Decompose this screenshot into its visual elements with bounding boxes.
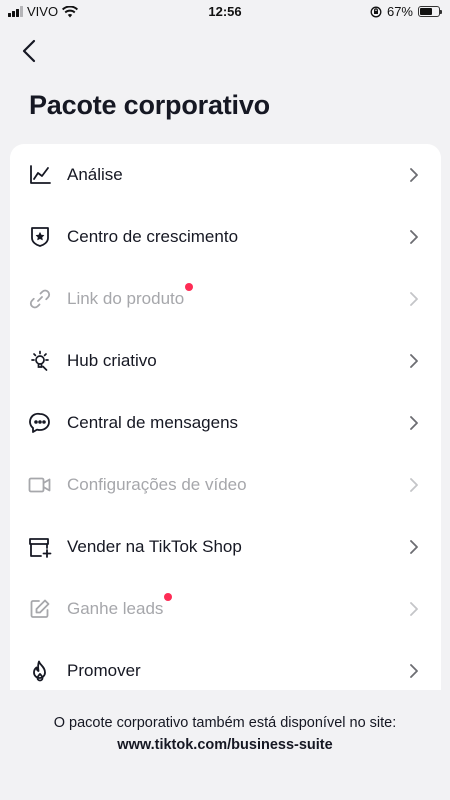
page-title: Pacote corporativo: [29, 90, 270, 120]
shop-add-icon: [28, 535, 52, 559]
menu-item-label: Promover: [67, 661, 141, 680]
business-suite-link[interactable]: www.tiktok.com/business-suite: [0, 734, 450, 756]
chevron-right-icon: [407, 354, 421, 368]
back-button[interactable]: [14, 36, 44, 66]
chevron-right-icon: [407, 602, 421, 616]
menu-card: Análise Centro de crescimento Link do pr…: [10, 144, 441, 690]
orientation-lock-icon: [370, 6, 382, 17]
menu-item-ganhe-leads[interactable]: Ganhe leads: [10, 578, 441, 640]
chevron-right-icon: [407, 478, 421, 492]
lightbulb-icon: [28, 349, 52, 373]
chevron-right-icon: [407, 168, 421, 182]
menu-item-label-wrap: Ganhe leads: [67, 593, 173, 619]
chevron-right-icon: [407, 230, 421, 244]
menu-item-label: Link do produto: [67, 289, 185, 308]
chat-bubble-icon: [28, 411, 52, 435]
menu-item-label: Análise: [67, 165, 123, 184]
notification-dot: [164, 593, 173, 601]
menu-item-label: Vender na TikTok Shop: [67, 537, 242, 556]
menu-item-configuracoes-de-video[interactable]: Configurações de vídeo: [10, 454, 441, 516]
status-right: 67%: [370, 4, 442, 19]
menu-item-vender-na-tiktok-shop[interactable]: Vender na TikTok Shop: [10, 516, 441, 578]
menu-item-centro-de-crescimento[interactable]: Centro de crescimento: [10, 206, 441, 268]
chevron-right-icon: [407, 664, 421, 678]
status-bar: VIVO 12:56 67%: [0, 0, 450, 24]
link-icon: [28, 287, 52, 311]
menu-item-label-wrap: Link do produto: [67, 283, 194, 309]
menu-item-label: Hub criativo: [67, 351, 157, 370]
menu-item-label: Centro de crescimento: [67, 227, 239, 246]
menu-item-link-do-produto[interactable]: Link do produto: [10, 268, 441, 330]
menu-item-label: Central de mensagens: [67, 413, 239, 432]
battery-icon: [418, 6, 442, 17]
menu-item-label: Ganhe leads: [67, 599, 164, 618]
chevron-right-icon: [407, 540, 421, 554]
battery-percent: 67%: [386, 4, 413, 19]
menu-item-promover[interactable]: Promover: [10, 640, 441, 690]
back-icon: [22, 39, 36, 63]
chevron-right-icon: [407, 416, 421, 430]
menu-item-label: Configurações de vídeo: [67, 475, 247, 494]
menu-item-analise[interactable]: Análise: [10, 144, 441, 206]
shield-star-icon: [28, 225, 52, 249]
edit-form-icon: [28, 597, 52, 621]
video-camera-icon: [28, 473, 52, 497]
menu-item-hub-criativo[interactable]: Hub criativo: [10, 330, 441, 392]
footer: O pacote corporativo também está disponí…: [0, 712, 450, 756]
analytics-icon: [28, 163, 52, 187]
flame-icon: [28, 659, 52, 683]
notification-dot: [185, 283, 194, 291]
menu-item-central-de-mensagens[interactable]: Central de mensagens: [10, 392, 441, 454]
footer-text: O pacote corporativo também está disponí…: [53, 715, 397, 731]
chevron-right-icon: [407, 292, 421, 306]
